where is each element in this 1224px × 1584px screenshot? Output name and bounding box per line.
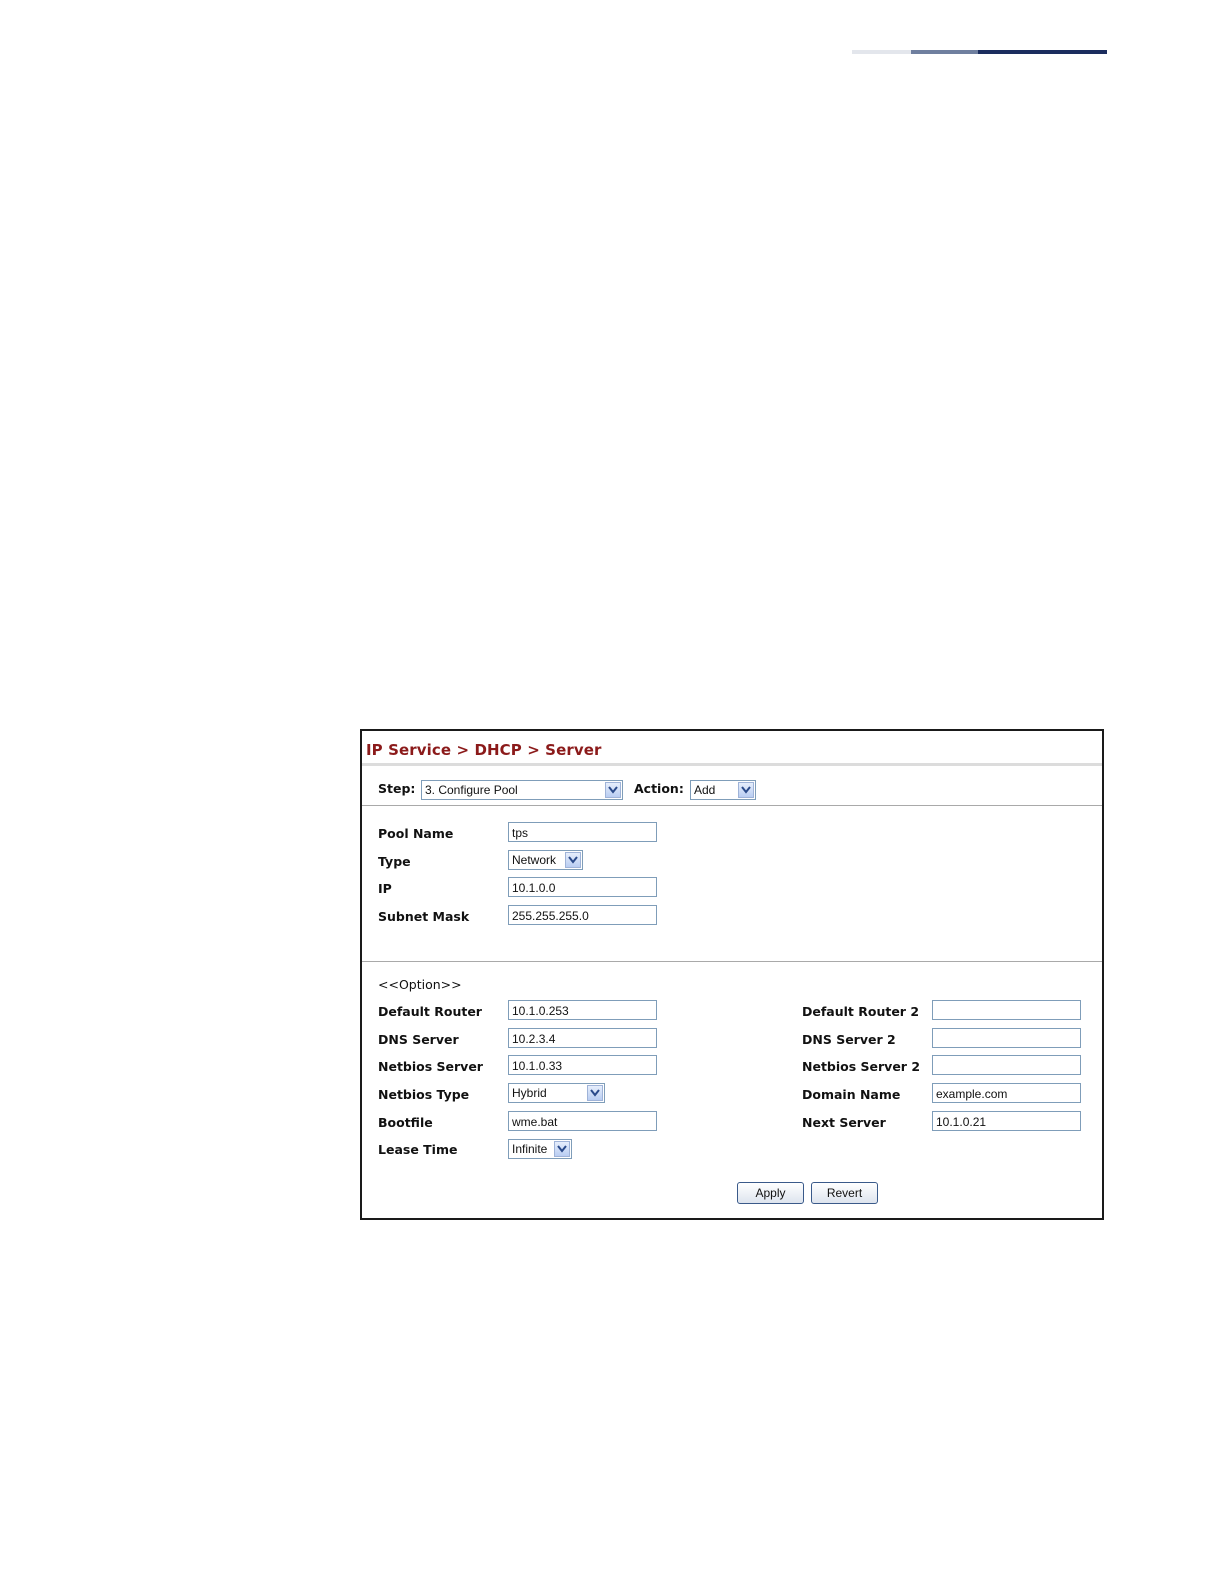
type-select-value: Network: [512, 853, 557, 867]
action-label: Action:: [634, 781, 684, 796]
dns-server-label: DNS Server: [378, 1032, 459, 1047]
bootfile-input[interactable]: wme.bat: [508, 1111, 657, 1131]
chevron-down-icon[interactable]: [605, 782, 621, 798]
step-select-value: 3. Configure Pool: [425, 783, 518, 797]
apply-button[interactable]: Apply: [737, 1182, 804, 1204]
page-title: IP Service > DHCP > Server: [366, 741, 602, 759]
dns-server-input[interactable]: 10.2.3.4: [508, 1028, 657, 1048]
step-select[interactable]: 3. Configure Pool: [421, 780, 623, 800]
step-label: Step:: [378, 781, 416, 796]
dns-server-2-input[interactable]: [932, 1028, 1081, 1048]
default-router-input[interactable]: 10.1.0.253: [508, 1000, 657, 1020]
toolbar-divider: [362, 805, 1102, 806]
netbios-type-select[interactable]: Hybrid: [508, 1083, 605, 1103]
type-label: Type: [378, 854, 411, 869]
header-accent-light: [852, 50, 911, 54]
next-server-input[interactable]: 10.1.0.21: [932, 1111, 1081, 1131]
netbios-type-select-value: Hybrid: [512, 1086, 547, 1100]
default-router-2-input[interactable]: [932, 1000, 1081, 1020]
lease-time-select[interactable]: Infinite: [508, 1139, 572, 1159]
revert-button[interactable]: Revert: [811, 1182, 878, 1204]
netbios-type-label: Netbios Type: [378, 1087, 470, 1102]
action-select[interactable]: Add: [690, 780, 756, 800]
lease-time-select-value: Infinite: [512, 1142, 548, 1156]
dns-server-2-label: DNS Server 2: [802, 1032, 896, 1047]
action-select-value: Add: [694, 783, 716, 797]
pool-name-input[interactable]: tps: [508, 822, 657, 842]
netbios-server-input[interactable]: 10.1.0.33: [508, 1055, 657, 1075]
next-server-label: Next Server: [802, 1115, 886, 1130]
netbios-server-2-input[interactable]: [932, 1055, 1081, 1075]
type-select[interactable]: Network: [508, 850, 583, 870]
subnet-mask-label: Subnet Mask: [378, 909, 470, 924]
pool-name-label: Pool Name: [378, 826, 454, 841]
section-divider: [362, 961, 1102, 962]
chevron-down-icon[interactable]: [554, 1141, 570, 1157]
option-header: <<Option>>: [378, 977, 462, 992]
bootfile-label: Bootfile: [378, 1115, 433, 1130]
header-accent-dark: [978, 50, 1107, 54]
subnet-mask-input[interactable]: 255.255.255.0: [508, 905, 657, 925]
chevron-down-icon[interactable]: [587, 1085, 603, 1101]
netbios-server-label: Netbios Server: [378, 1059, 483, 1074]
default-router-label: Default Router: [378, 1004, 482, 1019]
default-router-2-label: Default Router 2: [802, 1004, 920, 1019]
chevron-down-icon[interactable]: [738, 782, 754, 798]
ip-input[interactable]: 10.1.0.0: [508, 877, 657, 897]
domain-name-input[interactable]: example.com: [932, 1083, 1081, 1103]
step-toolbar: Step: 3. Configure Pool Action: Add: [362, 766, 1102, 806]
lease-time-label: Lease Time: [378, 1142, 458, 1157]
netbios-server-2-label: Netbios Server 2: [802, 1059, 921, 1074]
ip-label: IP: [378, 881, 392, 896]
domain-name-label: Domain Name: [802, 1087, 901, 1102]
header-accent-mid: [911, 50, 978, 54]
chevron-down-icon[interactable]: [565, 852, 581, 868]
dhcp-server-panel: IP Service > DHCP > Server Step: 3. Conf…: [360, 729, 1104, 1220]
